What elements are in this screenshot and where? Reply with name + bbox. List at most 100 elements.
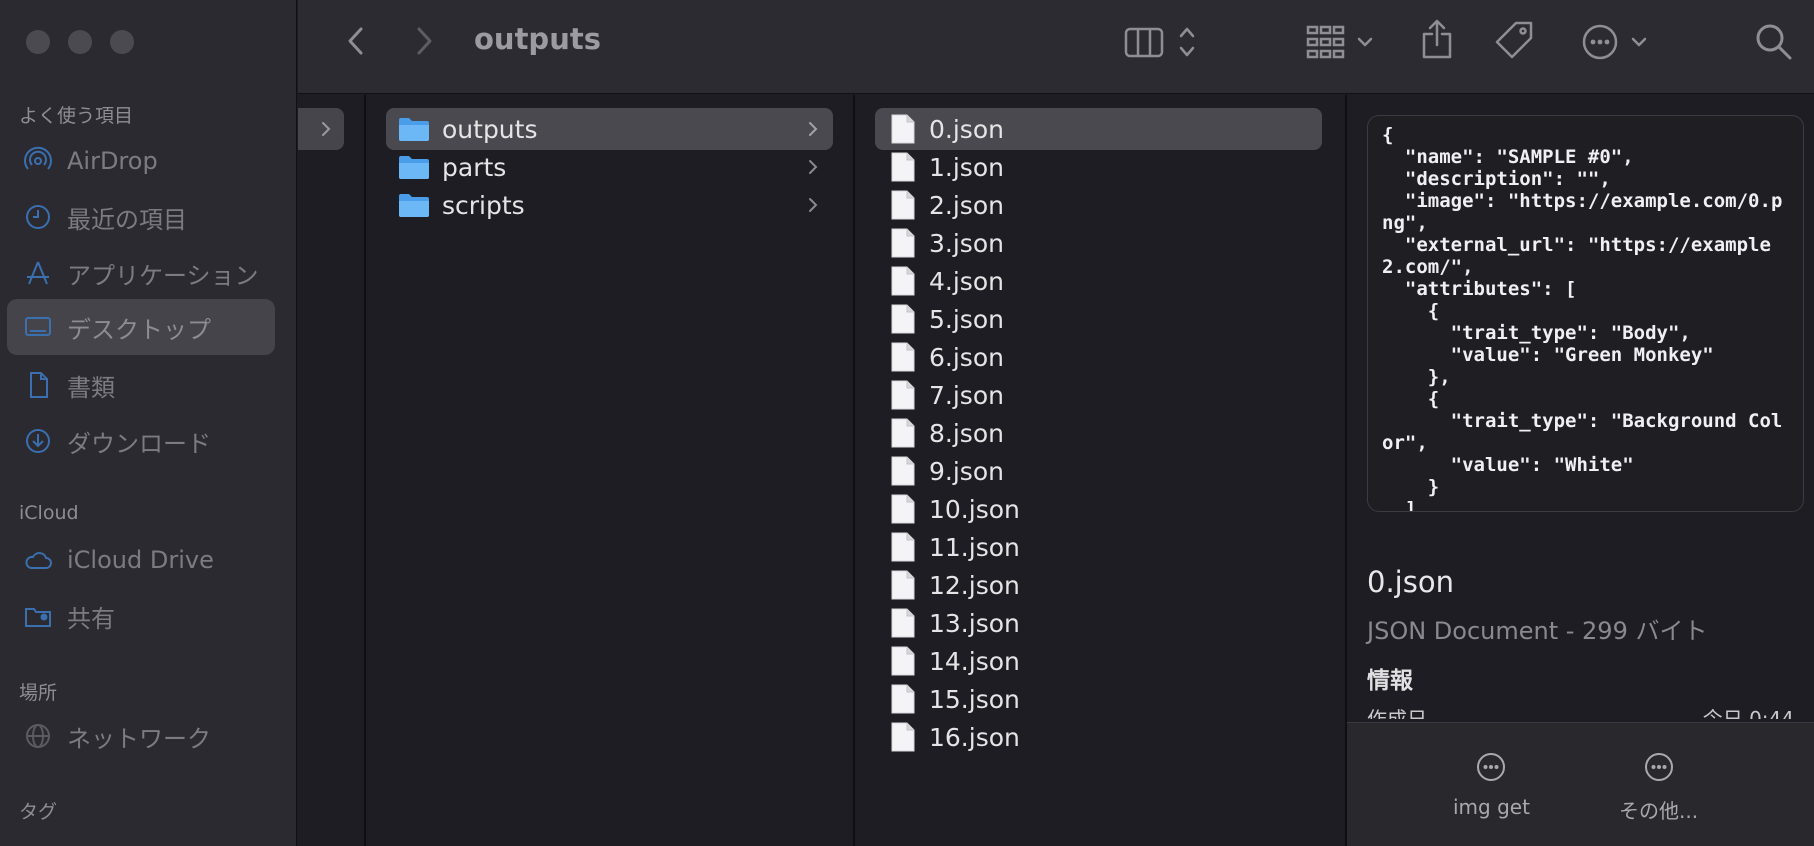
view-mode-button[interactable] (1124, 22, 1208, 62)
file-label: 8.json (929, 418, 1004, 448)
document-icon (891, 684, 915, 714)
file-row[interactable]: 7.json (875, 374, 1322, 416)
document-icon (891, 380, 915, 410)
tag-icon (1495, 21, 1533, 59)
window-controls (26, 30, 134, 54)
sidebar-item-downloads[interactable]: ダウンロード (7, 413, 275, 469)
file-row[interactable]: 2.json (875, 184, 1322, 226)
file-label: 16.json (929, 722, 1020, 752)
created-value: 今日 0:44 (1702, 707, 1794, 719)
more-actions-button[interactable] (1580, 22, 1648, 62)
sidebar-item-desktop[interactable]: デスクトップ (7, 299, 275, 355)
document-icon (23, 370, 53, 400)
forward-button[interactable] (410, 24, 440, 58)
sidebar-item-network[interactable]: ネットワーク (7, 708, 275, 764)
preview-file-kind: JSON Document - 299 バイト (1367, 617, 1708, 645)
file-row[interactable]: 13.json (875, 602, 1322, 644)
document-icon (891, 304, 915, 334)
document-icon (891, 494, 915, 524)
group-button[interactable] (1306, 22, 1374, 62)
file-row[interactable]: 1.json (875, 146, 1322, 188)
document-icon (891, 152, 915, 182)
file-row[interactable]: 15.json (875, 678, 1322, 720)
file-row[interactable]: 10.json (875, 488, 1322, 530)
document-icon (891, 418, 915, 448)
sidebar: よく使う項目 AirDrop 最近の項目 アプリケーション デスクトップ 書類 (0, 0, 297, 846)
created-label: 作成日 (1367, 707, 1427, 719)
files-column: 0.json 1.json 2.json 3.json 4.json 5.json 6.js… (855, 95, 1345, 846)
file-label: 2.json (929, 190, 1004, 220)
file-label: 9.json (929, 456, 1004, 486)
file-row[interactable]: 14.json (875, 640, 1322, 682)
action-label: img get (1453, 795, 1530, 819)
grid-view-icon (1306, 25, 1373, 59)
search-button[interactable] (1754, 22, 1794, 62)
preview-pane: { "name": "SAMPLE #0", "description": ""… (1347, 95, 1814, 846)
file-label: 1.json (929, 152, 1004, 182)
tags-button[interactable] (1494, 20, 1534, 60)
close-window-button[interactable] (26, 30, 50, 54)
file-label: 14.json (929, 646, 1020, 676)
preview-file-name: 0.json (1367, 565, 1454, 599)
file-row[interactable]: 6.json (875, 336, 1322, 378)
sidebar-item-label: 書類 (67, 373, 115, 402)
more-action[interactable]: その他... (1619, 751, 1698, 824)
file-row[interactable]: 3.json (875, 222, 1322, 264)
file-label: 13.json (929, 608, 1020, 638)
file-row[interactable]: 4.json (875, 260, 1322, 302)
sidebar-item-airdrop[interactable]: AirDrop (7, 133, 275, 189)
json-preview-text: { "name": "SAMPLE #0", "description": ""… (1382, 124, 1783, 512)
document-icon (891, 646, 915, 676)
sidebar-item-recents[interactable]: 最近の項目 (7, 189, 275, 245)
desktop-icon (23, 312, 53, 342)
sidebar-item-label: 最近の項目 (67, 205, 187, 234)
document-icon (891, 532, 915, 562)
folder-row-parts[interactable]: parts (386, 146, 833, 188)
back-button[interactable] (340, 24, 370, 58)
document-icon (891, 608, 915, 638)
sidebar-item-label: ネットワーク (67, 724, 211, 753)
document-icon (891, 342, 915, 372)
locations-section-title: 場所 (19, 682, 58, 704)
file-row[interactable]: 16.json (875, 716, 1322, 758)
file-row[interactable]: 0.json (875, 108, 1322, 150)
file-row[interactable]: 8.json (875, 412, 1322, 454)
window-title: outputs (474, 22, 601, 56)
tags-section-title: タグ (19, 801, 58, 823)
sidebar-item-label: iCloud Drive (67, 546, 214, 574)
zoom-window-button[interactable] (110, 30, 134, 54)
quick-actions-bar: img get その他... (1347, 723, 1814, 846)
sidebar-item-shared[interactable]: 共有 (7, 588, 275, 644)
folder-label: outputs (442, 114, 538, 144)
info-section-title: 情報 (1367, 668, 1413, 694)
sidebar-item-documents[interactable]: 書類 (7, 357, 275, 413)
file-label: 11.json (929, 532, 1020, 562)
folder-row-scripts[interactable]: scripts (386, 184, 833, 226)
favorites-section-title: よく使う項目 (19, 105, 134, 127)
file-label: 6.json (929, 342, 1004, 372)
chevron-right-icon (809, 122, 818, 136)
file-row[interactable]: 11.json (875, 526, 1322, 568)
parent-selected-row[interactable] (298, 108, 344, 150)
img-get-action[interactable]: img get (1453, 751, 1530, 819)
download-icon (23, 426, 53, 456)
document-icon (891, 456, 915, 486)
action-label: その他... (1619, 799, 1699, 823)
file-row[interactable]: 9.json (875, 450, 1322, 492)
document-icon (891, 114, 915, 144)
file-label: 5.json (929, 304, 1004, 334)
file-preview-thumbnail[interactable]: { "name": "SAMPLE #0", "description": ""… (1367, 115, 1804, 512)
document-icon (891, 266, 915, 296)
share-button[interactable] (1420, 18, 1454, 60)
minimize-window-button[interactable] (68, 30, 92, 54)
sidebar-item-applications[interactable]: アプリケーション (7, 245, 275, 301)
document-icon (891, 570, 915, 600)
sidebar-item-icloud-drive[interactable]: iCloud Drive (7, 532, 275, 588)
folder-row-outputs[interactable]: outputs (386, 108, 833, 150)
file-row[interactable]: 12.json (875, 564, 1322, 606)
file-row[interactable]: 5.json (875, 298, 1322, 340)
folder-label: scripts (442, 190, 525, 220)
file-label: 7.json (929, 380, 1004, 410)
document-icon (891, 228, 915, 258)
cloud-icon (23, 545, 53, 575)
